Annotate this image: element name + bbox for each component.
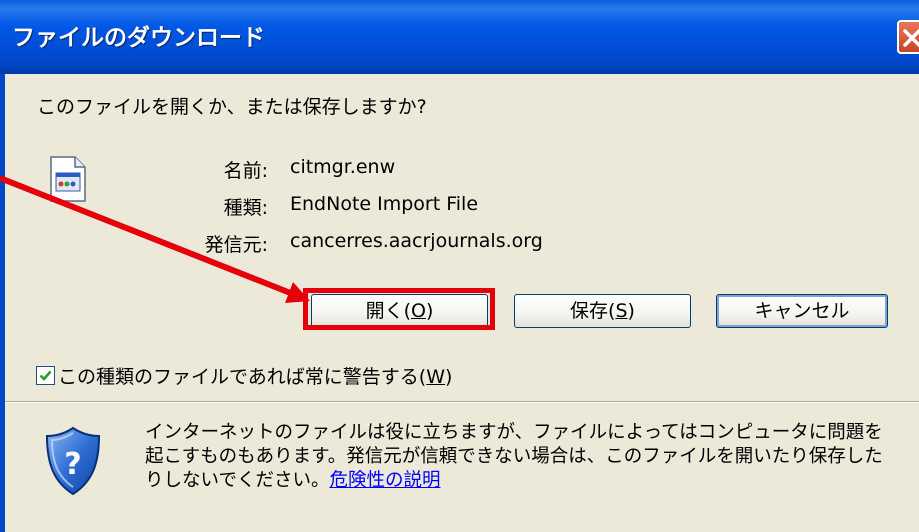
always-ask-label[interactable]: この種類のファイルであれば常に警告する(W): [58, 362, 452, 389]
always-ask-label-tail: ): [445, 366, 453, 388]
security-warning-text: インターネットのファイルは役に立ちますが、ファイルによってはコンピュータに問題を…: [145, 422, 883, 491]
always-ask-label-text: この種類のファイルであれば常に警告する(: [58, 366, 427, 388]
close-icon: [903, 29, 919, 47]
download-question: このファイルを開くか、または保存しますか?: [37, 96, 427, 118]
always-ask-accesskey: W: [426, 366, 446, 388]
source-value: cancerres.aacrjournals.org: [290, 230, 543, 252]
checkmark-icon: [39, 370, 52, 381]
source-label: 発信元:: [204, 234, 268, 256]
endnote-file-icon: [49, 156, 87, 206]
save-button-label-tail: ): [627, 300, 635, 322]
cancel-button-label: キャンセル: [754, 300, 850, 322]
window-title: ファイルのダウンロード: [12, 25, 265, 51]
name-label: 名前:: [223, 160, 268, 182]
file-download-dialog: ファイルのダウンロード このファイルを開くか、または保存しますか? 名前: ci…: [0, 0, 919, 532]
save-button-accesskey: S: [615, 300, 628, 322]
svg-text:?: ?: [64, 447, 81, 482]
title-bar[interactable]: ファイルのダウンロード: [0, 0, 919, 74]
always-ask-checkbox[interactable]: [36, 366, 55, 385]
file-name-value: citmgr.enw: [290, 156, 396, 178]
open-button-highlight: [303, 288, 495, 330]
save-button[interactable]: 保存(S): [514, 294, 691, 328]
security-warning: インターネットのファイルは役に立ちますが、ファイルによってはコンピュータに問題を…: [145, 421, 890, 493]
close-button[interactable]: [897, 20, 919, 54]
file-type-value: EndNote Import File: [290, 193, 479, 215]
window-frame-left: [0, 74, 5, 532]
type-label: 種類:: [223, 197, 268, 219]
save-button-label: 保存(: [570, 300, 616, 322]
shield-question-icon: ?: [44, 426, 102, 500]
divider: [5, 401, 919, 403]
cancel-button[interactable]: キャンセル: [716, 294, 888, 328]
risk-explanation-link[interactable]: 危険性の説明: [329, 470, 440, 491]
